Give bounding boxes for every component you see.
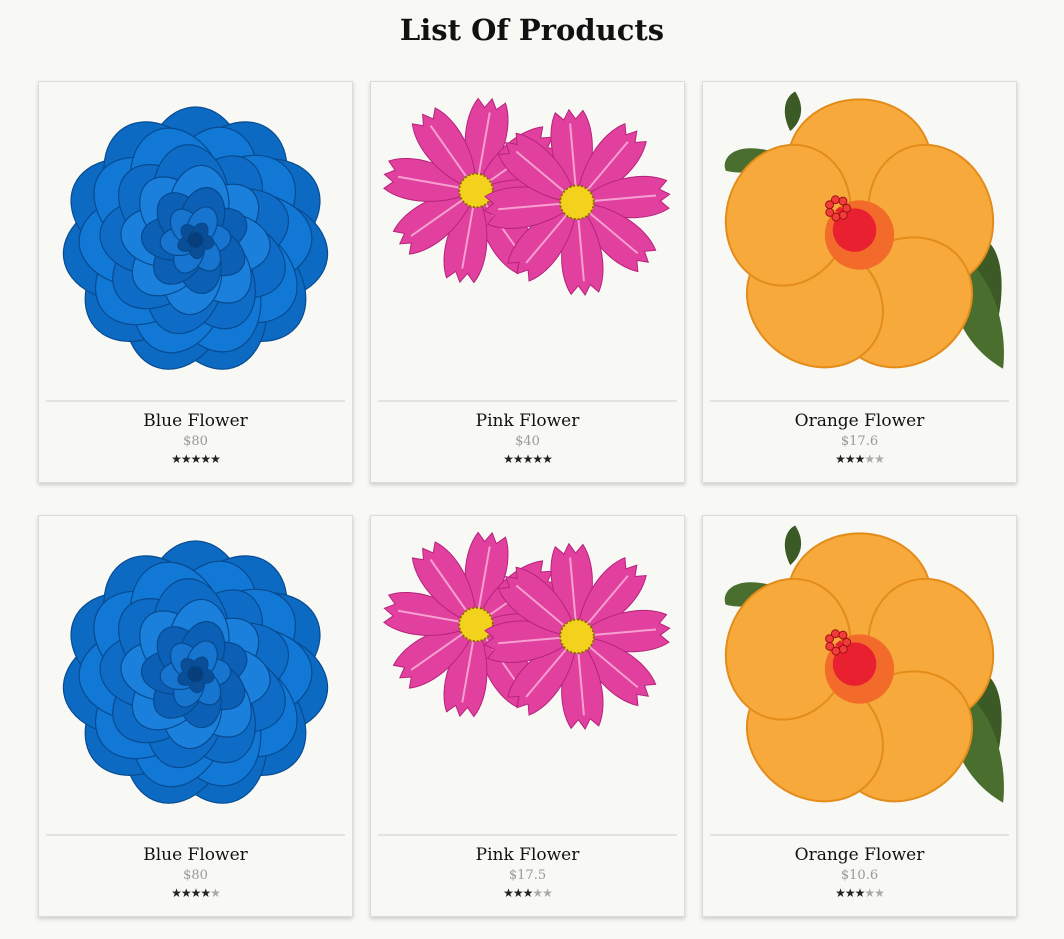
star-icon: ★ (171, 886, 182, 900)
product-name[interactable]: Pink Flower (371, 410, 684, 432)
product-name[interactable]: Orange Flower (703, 844, 1016, 866)
star-icon: ★ (210, 886, 221, 900)
card-divider (378, 834, 677, 836)
product-rating: ★★★★★ (39, 885, 352, 901)
product-grid: Blue Flower $80 ★★★★★ Pink Flower $40 ★★… (38, 81, 1017, 917)
star-icon: ★ (522, 452, 534, 466)
orange-hibiscus-icon (724, 91, 1004, 369)
product-image[interactable] (47, 90, 344, 390)
star-icon: ★ (835, 886, 846, 900)
product-card[interactable]: Orange Flower $10.6 ★★★★★ (702, 515, 1017, 917)
product-image[interactable] (711, 524, 1008, 824)
star-icon: ★ (210, 452, 221, 466)
star-icon: ★ (532, 452, 543, 466)
star-icon: ★ (180, 886, 192, 900)
star-icon: ★ (844, 886, 856, 900)
star-icon: ★ (190, 886, 202, 900)
star-icon: ★ (864, 452, 875, 466)
star-icon: ★ (512, 452, 524, 466)
card-divider (710, 400, 1009, 402)
product-price: $80 (183, 868, 208, 883)
star-icon: ★ (171, 452, 182, 466)
star-icon: ★ (532, 886, 543, 900)
star-icon: ★ (854, 452, 866, 466)
product-price: $17.6 (840, 434, 879, 449)
page-title: List Of Products (399, 13, 665, 47)
star-icon: ★ (542, 886, 553, 900)
star-icon: ★ (844, 452, 856, 466)
star-icon: ★ (542, 452, 553, 466)
star-icon: ★ (200, 452, 211, 466)
product-image[interactable] (379, 90, 676, 390)
star-icon: ★ (200, 886, 211, 900)
star-icon: ★ (503, 452, 514, 466)
blue-rose-icon (62, 540, 329, 804)
product-name[interactable]: Orange Flower (703, 410, 1016, 432)
product-name[interactable]: Blue Flower (39, 410, 352, 432)
product-image[interactable] (379, 524, 676, 824)
product-rating: ★★★★★ (371, 885, 684, 901)
product-card[interactable]: Blue Flower $80 ★★★★★ (38, 515, 353, 917)
card-divider (378, 400, 677, 402)
product-name[interactable]: Blue Flower (39, 844, 352, 866)
star-icon: ★ (835, 452, 846, 466)
star-icon: ★ (874, 452, 885, 466)
pink-cosmos-icon (383, 97, 671, 297)
product-rating: ★★★★★ (39, 451, 352, 467)
product-rating: ★★★★★ (703, 451, 1016, 467)
product-image[interactable] (711, 90, 1008, 390)
product-price: $17.5 (508, 868, 547, 883)
product-rating: ★★★★★ (371, 451, 684, 467)
pink-cosmos-icon (383, 531, 671, 731)
card-divider (46, 834, 345, 836)
star-icon: ★ (522, 886, 534, 900)
star-icon: ★ (854, 886, 866, 900)
card-divider (710, 834, 1009, 836)
product-card[interactable]: Pink Flower $17.5 ★★★★★ (370, 515, 685, 917)
product-card[interactable]: Orange Flower $17.6 ★★★★★ (702, 81, 1017, 483)
product-price: $40 (515, 434, 540, 449)
star-icon: ★ (503, 886, 514, 900)
product-price: $10.6 (840, 868, 879, 883)
card-divider (46, 400, 345, 402)
product-card[interactable]: Pink Flower $40 ★★★★★ (370, 81, 685, 483)
product-name[interactable]: Pink Flower (371, 844, 684, 866)
star-icon: ★ (864, 886, 875, 900)
product-image[interactable] (47, 524, 344, 824)
product-card[interactable]: Blue Flower $80 ★★★★★ (38, 81, 353, 483)
product-price: $80 (183, 434, 208, 449)
star-icon: ★ (512, 886, 524, 900)
star-icon: ★ (874, 886, 885, 900)
star-icon: ★ (190, 452, 202, 466)
product-rating: ★★★★★ (703, 885, 1016, 901)
blue-rose-icon (62, 106, 329, 370)
star-icon: ★ (180, 452, 192, 466)
orange-hibiscus-icon (724, 525, 1004, 803)
